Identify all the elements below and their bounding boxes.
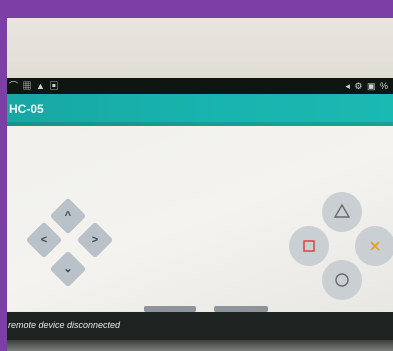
circle-button[interactable] (322, 260, 362, 300)
app-title: HC-05 (9, 102, 44, 116)
chevron-up-icon: ^ (64, 210, 72, 222)
status-right-icons: ◂ ⚙ ▣ % (345, 81, 389, 91)
dpad-right-button[interactable]: > (76, 221, 114, 259)
dpad-left-button[interactable]: < (25, 221, 63, 259)
chevron-left-icon: < (40, 234, 48, 246)
phone-top-bezel (7, 18, 393, 78)
phone-bottom-bezel (7, 340, 393, 351)
status-bar: ⌒ ▦ ▲ ▣ ◂ ⚙ ▣ % (7, 78, 393, 94)
photo-frame: ⌒ ▦ ▲ ▣ ◂ ⚙ ▣ % HC-05 ^ < > ⌄ remote dev… (0, 0, 393, 351)
controller-area: ^ < > ⌄ (7, 126, 393, 311)
status-left-icons: ⌒ ▦ ▲ ▣ (9, 81, 60, 91)
circle-icon (335, 273, 349, 287)
phone-photo: ⌒ ▦ ▲ ▣ ◂ ⚙ ▣ % HC-05 ^ < > ⌄ remote dev… (7, 18, 393, 351)
snackbar: remote device disconnected (7, 312, 393, 340)
app-bar: HC-05 (7, 94, 393, 126)
chevron-right-icon: > (91, 234, 99, 246)
snackbar-message: remote device disconnected (8, 320, 121, 330)
dpad-down-button[interactable]: ⌄ (49, 250, 87, 288)
chevron-down-icon: ⌄ (63, 263, 73, 275)
